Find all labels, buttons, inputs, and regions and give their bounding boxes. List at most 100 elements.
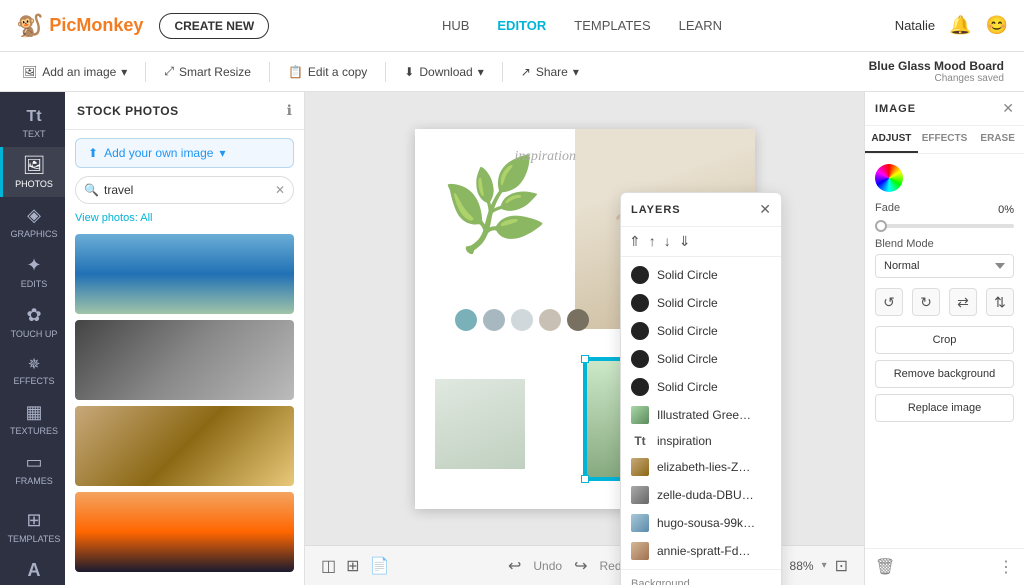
- add-own-image-icon: ⬆: [88, 146, 98, 160]
- zoom-chevron[interactable]: ▾: [822, 560, 827, 571]
- image-panel-footer: 🗑 ⋮: [865, 548, 1024, 585]
- pages-icon[interactable]: 📄: [370, 556, 390, 576]
- view-all-link[interactable]: All: [140, 212, 152, 224]
- photo-item[interactable]: [75, 320, 294, 400]
- layer-item[interactable]: zelle-duda-DBUvQCYN...: [621, 481, 781, 509]
- color-wheel[interactable]: [875, 164, 903, 192]
- nav-hub[interactable]: HUB: [442, 18, 469, 33]
- layer-item[interactable]: Solid Circle: [621, 345, 781, 373]
- sidebar-item-edits[interactable]: ✦ EDITS: [0, 247, 65, 297]
- replace-image-button[interactable]: Replace image: [875, 394, 1014, 422]
- layer-move-bottom-icon[interactable]: ⇓: [679, 233, 691, 250]
- layer-item[interactable]: annie-spratt-FddqGrvw...: [621, 537, 781, 565]
- canvas-square-image[interactable]: [435, 379, 525, 469]
- delete-layer-button[interactable]: 🗑: [875, 557, 895, 577]
- rotate-left-button[interactable]: ↺: [875, 288, 903, 316]
- tab-effects[interactable]: EFFECTS: [918, 126, 972, 153]
- flip-v-button[interactable]: ⇅: [986, 288, 1014, 316]
- graphics-icon: ◈: [27, 205, 41, 226]
- layers-close-button[interactable]: ✕: [759, 201, 771, 218]
- layer-item[interactable]: Solid Circle: [621, 373, 781, 401]
- separator-4: [502, 62, 503, 82]
- smart-resize-icon: ⤢: [164, 64, 174, 79]
- flip-h-button[interactable]: ⇄: [949, 288, 977, 316]
- photo-item[interactable]: [75, 234, 294, 314]
- grid-icon[interactable]: ⊞: [346, 556, 359, 576]
- logo-text: PicMonkey: [49, 15, 143, 36]
- photo-item[interactable]: [75, 492, 294, 572]
- canvas-circles-row: [455, 309, 589, 331]
- add-own-image-button[interactable]: ⬆ Add your own image ▾: [75, 138, 294, 168]
- sidebar-item-frames[interactable]: ▭ FRAMES: [0, 444, 65, 494]
- canvas-circle-4[interactable]: [539, 309, 561, 331]
- view-photos-label: View photos:: [75, 212, 138, 224]
- sidebar-item-graphics[interactable]: ◈ GRAPHICS: [0, 197, 65, 247]
- sidebar-item-text[interactable]: Tt TEXT: [0, 100, 65, 147]
- more-options-button[interactable]: ⋮: [998, 557, 1014, 577]
- photos-icon: 🖼: [23, 155, 46, 176]
- bell-icon[interactable]: 🔔: [949, 15, 971, 36]
- search-clear-icon[interactable]: ✕: [275, 183, 285, 197]
- tab-adjust[interactable]: ADJUST: [865, 126, 918, 153]
- layer-label: annie-spratt-FddqGrvw...: [657, 544, 757, 558]
- nav-right: Natalie 🔔 😊: [895, 15, 1008, 36]
- emoji-icon[interactable]: 😊: [986, 15, 1008, 36]
- redo-button[interactable]: ↪: [574, 556, 587, 576]
- nav-learn[interactable]: LEARN: [679, 18, 722, 33]
- layer-item[interactable]: Tt inspiration: [621, 429, 781, 453]
- layer-item[interactable]: elizabeth-lies-ZWPerNl...: [621, 453, 781, 481]
- layer-item[interactable]: Solid Circle: [621, 317, 781, 345]
- layer-label: Solid Circle: [657, 352, 718, 366]
- fade-slider-thumb[interactable]: [875, 220, 887, 232]
- layer-move-up-icon[interactable]: ↑: [649, 233, 656, 250]
- canvas-circle-1[interactable]: [455, 309, 477, 331]
- tab-erase[interactable]: ERASE: [971, 126, 1024, 153]
- canvas-circle-3[interactable]: [511, 309, 533, 331]
- photo-item[interactable]: [75, 406, 294, 486]
- sidebar-item-touchup[interactable]: ✿ TOUCH UP: [0, 297, 65, 347]
- nav-editor[interactable]: EDITOR: [497, 18, 546, 33]
- user-menu[interactable]: Natalie: [895, 18, 935, 33]
- smart-resize-button[interactable]: ⤢ Smart Resize: [154, 60, 261, 83]
- touchup-icon: ✿: [26, 305, 41, 326]
- add-own-image-chevron: ▾: [219, 146, 225, 160]
- add-image-button[interactable]: 🖼 Add an image ▾: [12, 61, 137, 83]
- layer-move-down-icon[interactable]: ↓: [664, 233, 671, 250]
- layer-item[interactable]: hugo-sousa-99kPPJPed...: [621, 509, 781, 537]
- layer-move-top-icon[interactable]: ⇑: [629, 233, 641, 250]
- sidebar-item-textures[interactable]: ▦ TEXTURES: [0, 394, 65, 444]
- project-info: Blue Glass Mood Board Changes saved: [869, 59, 1004, 84]
- share-button[interactable]: ↗ Share ▾: [511, 61, 589, 83]
- crop-button[interactable]: Crop: [875, 326, 1014, 354]
- canvas-circle-2[interactable]: [483, 309, 505, 331]
- edit-copy-button[interactable]: 📋 Edit a copy: [278, 61, 377, 83]
- layer-item[interactable]: Solid Circle: [621, 261, 781, 289]
- sidebar-item-photos[interactable]: 🖼 PHOTOS: [0, 147, 65, 197]
- image-panel-close-button[interactable]: ✕: [1002, 100, 1014, 117]
- fade-slider[interactable]: [875, 224, 1014, 228]
- nav-templates[interactable]: TEMPLATES: [574, 18, 650, 33]
- create-new-button[interactable]: CREATE NEW: [159, 13, 269, 39]
- remove-background-button[interactable]: Remove background: [875, 360, 1014, 388]
- sidebar-item-templates[interactable]: ⊞ TEMPLATES: [0, 502, 65, 552]
- nav-center: HUB EDITOR TEMPLATES LEARN: [442, 18, 722, 33]
- layers-icon[interactable]: ◫: [321, 556, 336, 576]
- blend-mode-select[interactable]: Normal: [875, 254, 1014, 278]
- zoom-value[interactable]: 88%: [790, 559, 814, 573]
- layer-item[interactable]: Solid Circle: [621, 289, 781, 317]
- rotate-right-button[interactable]: ↻: [912, 288, 940, 316]
- sidebar-item-themes[interactable]: A THEMES: [0, 552, 65, 585]
- sidebar-item-effects[interactable]: ✵ EFFECTS: [0, 347, 65, 394]
- search-input[interactable]: [75, 176, 294, 204]
- logo[interactable]: 🐒 PicMonkey: [16, 13, 143, 39]
- themes-icon: A: [28, 560, 41, 581]
- text-icon: Tt: [26, 108, 41, 126]
- layer-item[interactable]: Illustrated Greenery: [621, 401, 781, 429]
- stock-info-icon[interactable]: ℹ: [287, 102, 292, 119]
- undo-button[interactable]: ↩: [508, 556, 521, 576]
- canvas-circle-5[interactable]: [567, 309, 589, 331]
- canvas-inspiration-text[interactable]: inspiration: [515, 149, 576, 165]
- fit-screen-icon[interactable]: ⊡: [835, 556, 848, 576]
- fade-label: Fade: [875, 202, 900, 214]
- download-button[interactable]: ⬇ Download ▾: [394, 61, 493, 83]
